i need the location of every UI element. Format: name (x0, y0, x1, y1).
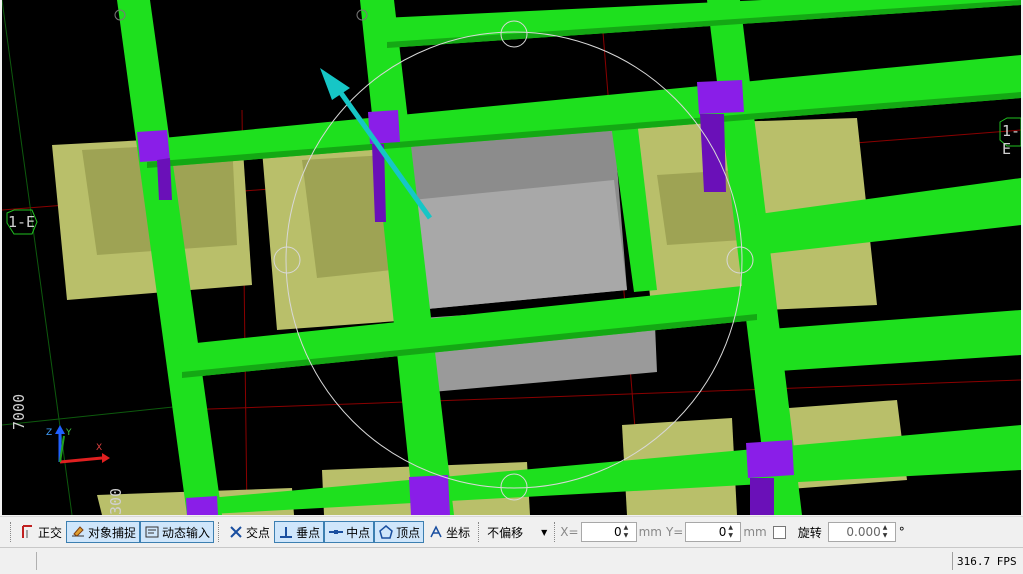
y-label: Y= (665, 525, 684, 539)
vertex-icon (379, 525, 393, 539)
y-unit: mm (743, 525, 767, 539)
rotate-checkbox[interactable] (772, 525, 786, 539)
object-snap-button[interactable]: 对象捕捉 (66, 521, 141, 543)
gizmo-x-label: X (96, 443, 103, 453)
dynamic-input-button[interactable]: 动态输入 (140, 521, 215, 543)
gizmo-y-label: Y (66, 428, 72, 438)
perpendicular-label: 垂点 (296, 525, 321, 540)
dimension-label-7000: 7000 (10, 393, 28, 430)
perpendicular-snap-button[interactable]: 垂点 (274, 521, 325, 543)
intersection-snap-button[interactable]: 交点 (224, 521, 274, 543)
rotate-input[interactable]: 0.000 ▲ ▼ (827, 522, 896, 542)
object-snap-label: 对象捕捉 (88, 525, 137, 540)
grid-markers (114, 9, 368, 21)
x-spinner[interactable]: ▲ ▼ (624, 524, 634, 540)
gizmo-z-label: Z (46, 428, 53, 438)
ortho-label: 正交 (38, 525, 63, 540)
chevron-down-icon[interactable]: ▼ (541, 528, 547, 537)
coordinate-snap-button[interactable]: 坐标 (424, 521, 474, 543)
rotate-label: 旋转 (797, 525, 822, 540)
toolbar-grip[interactable] (10, 522, 12, 542)
intersection-label: 交点 (246, 525, 271, 540)
rotate-value: 0.000 (846, 525, 881, 539)
y-value: 0 (718, 525, 727, 539)
dynamic-input-label: 动态输入 (162, 525, 211, 540)
y-input[interactable]: 0 ▲ ▼ (685, 522, 742, 542)
vertex-snap-button[interactable]: 顶点 (374, 521, 425, 543)
midpoint-icon (329, 530, 344, 534)
y-spinner[interactable]: ▲ ▼ (728, 524, 738, 540)
ortho-icon (22, 525, 32, 538)
degree-symbol: ° (898, 525, 905, 539)
x-input[interactable]: 0 ▲ ▼ (580, 522, 637, 542)
x-label: X= (560, 525, 579, 539)
snap-icon (72, 526, 85, 537)
status-message-area (36, 552, 949, 570)
snap-toolbar: 正交 对象捕捉 动态输入 交点 垂点 中点 顶点 坐标 不偏移 ▼ X= 0 ▲… (0, 516, 1023, 547)
rotate-spinner[interactable]: ▲ ▼ (883, 524, 893, 540)
grid-label-right: 1-E (1002, 122, 1021, 158)
coordinate-icon (430, 525, 442, 538)
grid-label-left: 1-E (8, 213, 36, 231)
toolbar-separator (478, 522, 480, 542)
midpoint-snap-button[interactable]: 中点 (324, 521, 375, 543)
model-scene[interactable] (2, 0, 1021, 515)
toolbar-separator (218, 522, 220, 542)
dynamic-input-icon (145, 526, 159, 538)
dimension-label-300: 300 (107, 487, 125, 515)
fps-indicator: 316.7 FPS (952, 552, 1018, 570)
perpendicular-icon (280, 527, 293, 538)
ortho-button[interactable]: 正交 (16, 521, 66, 543)
fps-value: 316.7 FPS (957, 554, 1017, 568)
3d-viewport[interactable]: 1-E 1-E 7000 300 Z Y X (2, 0, 1021, 515)
coordinate-label: 坐标 (446, 525, 471, 540)
intersection-icon (230, 526, 242, 538)
midpoint-label: 中点 (346, 525, 371, 540)
offset-select[interactable]: 不偏移 ▼ (484, 521, 550, 543)
offset-select-value: 不偏移 (487, 525, 524, 540)
x-value: 0 (613, 525, 622, 539)
vertex-label: 顶点 (396, 525, 421, 540)
toolbar-separator (554, 522, 556, 542)
x-unit: mm (638, 525, 662, 539)
status-bar: 316.7 FPS (0, 547, 1023, 574)
